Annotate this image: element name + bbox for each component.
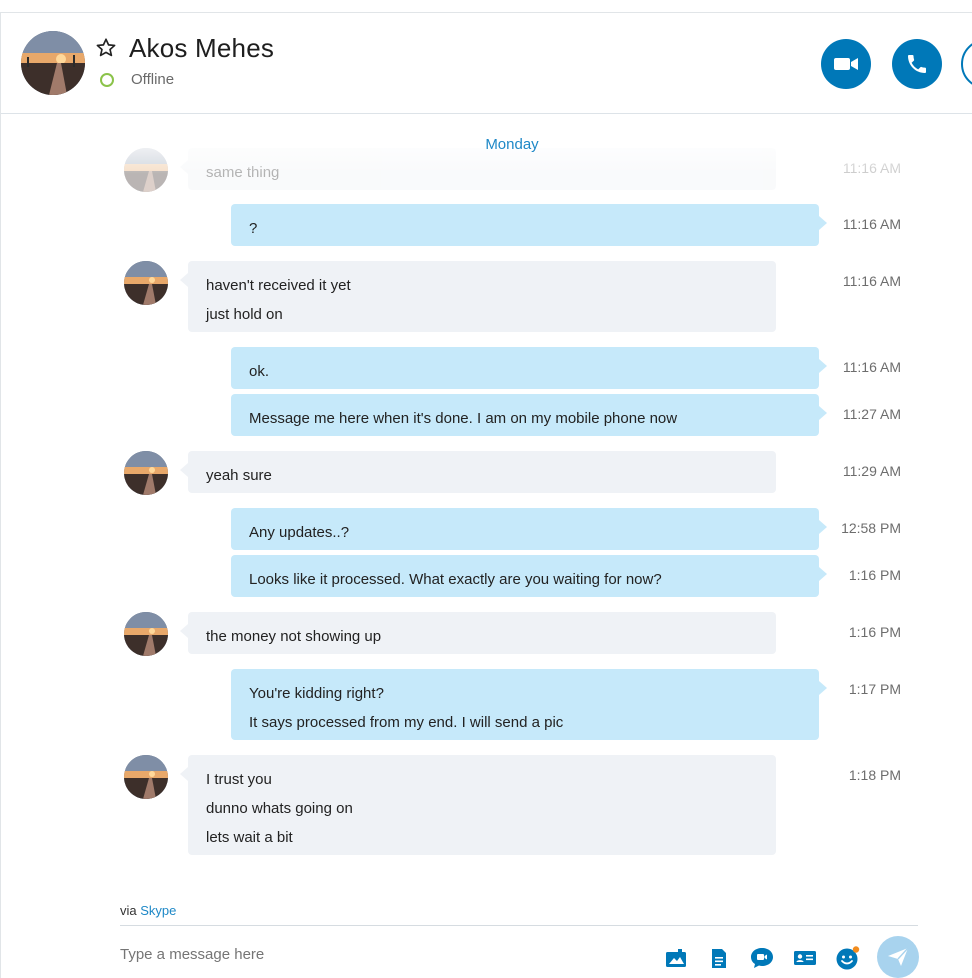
message-time: 1:17 PM (848, 681, 901, 697)
contact-card-icon (794, 951, 816, 965)
message-time: 11:16 AM (842, 216, 901, 232)
message-bubble[interactable]: ok. (231, 347, 827, 389)
message-bubble[interactable]: ? (231, 204, 827, 246)
sender-avatar[interactable] (124, 612, 168, 656)
message-time: 11:27 AM (842, 406, 901, 422)
message-time: 12:58 PM (841, 520, 901, 536)
send-button[interactable] (877, 936, 919, 978)
send-icon (888, 947, 909, 966)
message-bubble[interactable]: Message me here when it's done. I am on … (231, 394, 827, 436)
contact-avatar[interactable] (21, 31, 85, 95)
message-text: ? (249, 220, 258, 237)
message-input[interactable] (120, 946, 640, 963)
presence-status-icon (100, 73, 114, 87)
video-message-icon (751, 948, 773, 968)
date-divider: Monday (485, 136, 539, 153)
compose-divider (120, 925, 918, 926)
sender-avatar[interactable] (124, 261, 168, 305)
via-label: via Skype (120, 903, 176, 918)
conversation-header: Akos Mehes Offline (1, 13, 972, 114)
message-text: Any updates..? (249, 524, 350, 541)
media-icon (666, 949, 686, 967)
sender-avatar[interactable] (124, 451, 168, 495)
message-time: 11:16 AM (842, 359, 901, 375)
send-media-button[interactable] (662, 944, 690, 972)
send-contact-button[interactable] (791, 944, 819, 972)
message-bubble[interactable]: Looks like it processed. What exactly ar… (231, 555, 827, 597)
contact-name: Akos Mehes (129, 33, 275, 63)
message-text: lets wait a bit (206, 829, 293, 846)
message-text: just hold on (206, 306, 283, 323)
video-call-button[interactable] (821, 39, 871, 89)
message-time: 11:29 AM (842, 463, 901, 479)
message-time: 1:18 PM (848, 767, 901, 783)
via-prefix: via (120, 903, 137, 918)
message-text: Looks like it processed. What exactly ar… (249, 571, 662, 588)
message-bubble[interactable]: haven't received it yet just hold on (180, 261, 776, 332)
message-text: It says processed from my end. I will se… (249, 714, 564, 731)
message-bubble[interactable]: You're kidding right? It says processed … (231, 669, 827, 740)
message-time: 1:16 PM (848, 624, 901, 640)
message-text: haven't received it yet (206, 277, 351, 294)
more-options-button[interactable] (961, 39, 972, 89)
favorite-star-icon[interactable] (95, 37, 117, 59)
sender-avatar[interactable] (124, 755, 168, 799)
message-text: You're kidding right? (249, 685, 384, 702)
message-text: the money not showing up (206, 628, 382, 645)
video-message-button[interactable] (748, 944, 776, 972)
skype-link[interactable]: Skype (140, 903, 176, 918)
message-time: 11:16 AM (842, 160, 901, 176)
message-time: 1:16 PM (848, 567, 901, 583)
sender-avatar[interactable] (124, 148, 168, 192)
file-icon (712, 948, 726, 968)
audio-call-button[interactable] (892, 39, 942, 89)
message-text: dunno whats going on (206, 800, 353, 817)
emoticon-icon (836, 946, 860, 970)
message-text: same thing (206, 164, 280, 181)
message-text: yeah sure (206, 467, 272, 484)
message-bubble[interactable]: same thing (180, 148, 776, 190)
message-row: same thing 11:16 AM (1, 148, 972, 192)
message-history[interactable]: same thing 11:16 AM Monday ? 11:16 AM ha… (1, 114, 972, 894)
message-text: Message me here when it's done. I am on … (249, 410, 678, 427)
message-bubble[interactable]: the money not showing up (180, 612, 776, 654)
presence-status-text: Offline (131, 71, 175, 88)
faded-previous-bubble (231, 114, 819, 130)
message-bubble[interactable]: yeah sure (180, 451, 776, 493)
message-text: ok. (249, 363, 270, 380)
message-bubble[interactable]: Any updates..? (231, 508, 827, 550)
video-call-icon (834, 58, 858, 70)
emoticon-button[interactable] (834, 944, 862, 972)
message-text: I trust you (206, 771, 272, 788)
send-file-button[interactable] (705, 944, 733, 972)
phone-icon (908, 55, 926, 73)
message-bubble[interactable]: I trust you dunno whats going on lets wa… (180, 755, 776, 855)
message-time: 11:16 AM (842, 273, 901, 289)
